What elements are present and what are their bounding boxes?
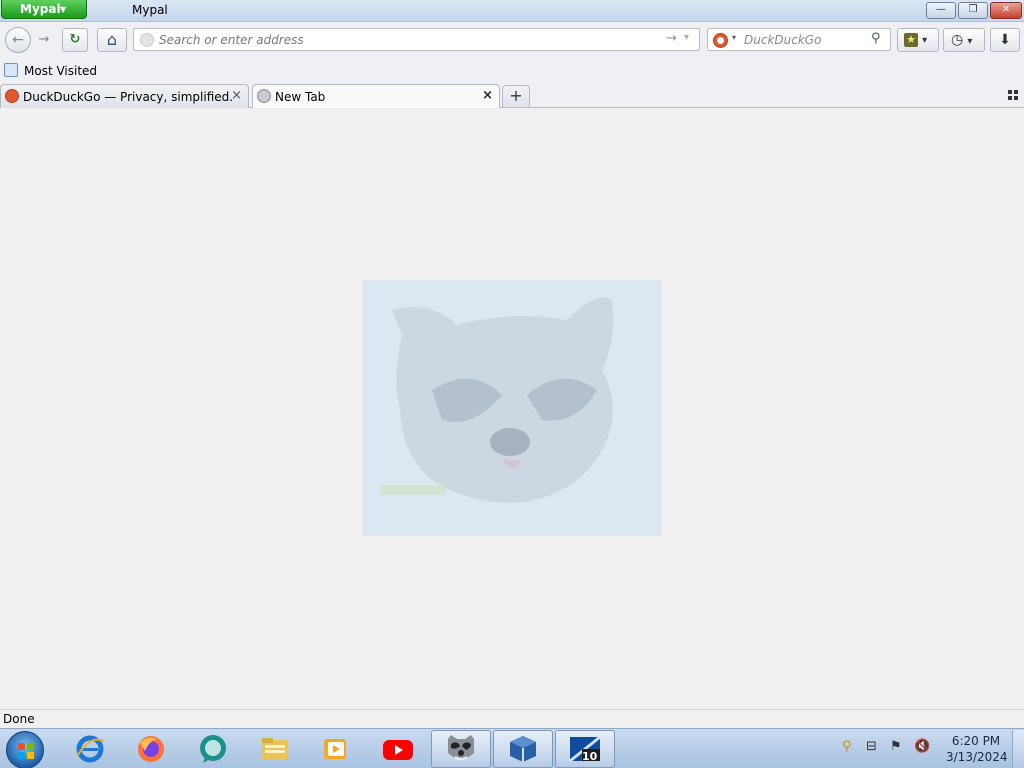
bookmarks-toolbar: Most Visited [0,58,1024,84]
search-input[interactable] [744,31,864,48]
clock-time: 6:20 PM [951,734,1001,748]
virtualbox-icon [510,736,536,762]
engine-dropdown-icon[interactable]: ▾ [732,33,736,42]
chat-app-icon[interactable] [197,733,229,765]
new-tab-raccoon-logo [362,280,662,536]
app-menu-dropdown-icon: ▼ [60,5,67,14]
page-content [0,108,1024,709]
tab-label: DuckDuckGo — Privacy, simplified. [23,90,234,104]
action-center-flag-icon[interactable]: ⚑ [890,739,902,754]
search-tray-icon[interactable]: ⚲ [842,739,852,754]
internet-explorer-icon[interactable] [74,733,106,765]
address-bar[interactable]: → ▾ [133,28,700,51]
window-title: Mypal [132,3,168,17]
bookmarks-dropdown-icon: ▾ [922,35,928,46]
media-player-icon[interactable] [320,733,352,765]
bookmark-most-visited[interactable]: Most Visited [24,64,97,78]
tab-list-icon[interactable] [1008,90,1018,100]
firefox-icon[interactable] [135,733,167,765]
tab-strip: DuckDuckGo — Privacy, simplified. × New … [0,84,1024,109]
bookmark-star-icon: ★ [904,33,918,47]
history-button[interactable]: ◷ ▾ [943,28,985,52]
app-menu-label: Mypal [20,2,61,16]
app-menu-button[interactable]: Mypal ▼ [1,0,87,19]
navigation-toolbar: ← → ↻ ⌂ → ▾ ▾ ⚲ ★ ▾ ◷ ▾ ⬇ [0,22,1024,58]
close-window-button[interactable]: ✕ [990,2,1022,19]
back-button[interactable]: ← [5,27,31,53]
clock[interactable]: 6:20 PM 3/13/2024 [946,733,1008,765]
clock-date: 3/13/2024 [946,750,1008,764]
url-history-dropdown-icon[interactable]: ▾ [684,32,689,43]
close-tab-icon[interactable]: × [482,88,493,103]
downloads-button[interactable]: ⬇ [990,28,1020,52]
windows-logo-icon [18,743,34,759]
taskbar-windows10-app-window[interactable]: 10 [555,730,615,768]
url-input[interactable] [159,31,639,48]
reload-button[interactable]: ↻ [62,28,88,52]
youtube-icon[interactable] [382,733,414,765]
tab-label: New Tab [275,90,326,104]
identity-icon [140,33,154,47]
taskbar-virtualbox-window[interactable] [493,730,553,768]
raccoon-face-icon [380,297,614,503]
status-text: Done [3,712,35,726]
taskbar-mypal-window[interactable] [431,730,491,768]
volume-muted-icon[interactable]: 🔇 [914,739,930,754]
maximize-button[interactable]: ❐ [958,2,988,19]
title-bar: Mypal ▼ Mypal — ❐ ✕ [0,0,1024,22]
globe-icon [257,89,271,103]
history-dropdown-icon: ▾ [967,36,973,47]
duckduckgo-engine-icon[interactable] [713,33,728,48]
start-button[interactable] [6,731,44,768]
minimize-button[interactable]: — [926,2,956,19]
search-icon[interactable]: ⚲ [871,31,881,46]
windows-10-badge: 10 [582,750,598,763]
network-icon[interactable]: ⊟ [866,739,877,754]
forward-button[interactable]: → [34,31,54,49]
mypal-raccoon-icon [448,735,474,760]
status-bar: Done [0,709,1024,728]
tab-new-tab[interactable]: New Tab × [252,84,500,109]
close-tab-icon[interactable]: × [231,88,242,103]
bookmarks-button[interactable]: ★ ▾ [897,28,939,52]
show-desktop-button[interactable] [1012,730,1024,768]
search-bar[interactable]: ▾ ⚲ [707,28,891,51]
system-tray: ⚲ ⊟ ⚑ 🔇 [842,739,942,759]
duckduckgo-icon [5,89,19,103]
taskbar: 10 ⚲ ⊟ ⚑ 🔇 6:20 PM 3/13/2024 [0,728,1024,768]
tab-duckduckgo[interactable]: DuckDuckGo — Privacy, simplified. × [0,84,249,108]
back-forward-group: ← → [5,27,57,53]
file-explorer-icon[interactable] [259,733,291,765]
most-visited-icon [4,63,18,77]
new-tab-button[interactable]: + [502,85,530,107]
history-clock-icon: ◷ [951,32,964,48]
home-button[interactable]: ⌂ [97,28,127,52]
go-icon[interactable]: → [666,31,677,46]
